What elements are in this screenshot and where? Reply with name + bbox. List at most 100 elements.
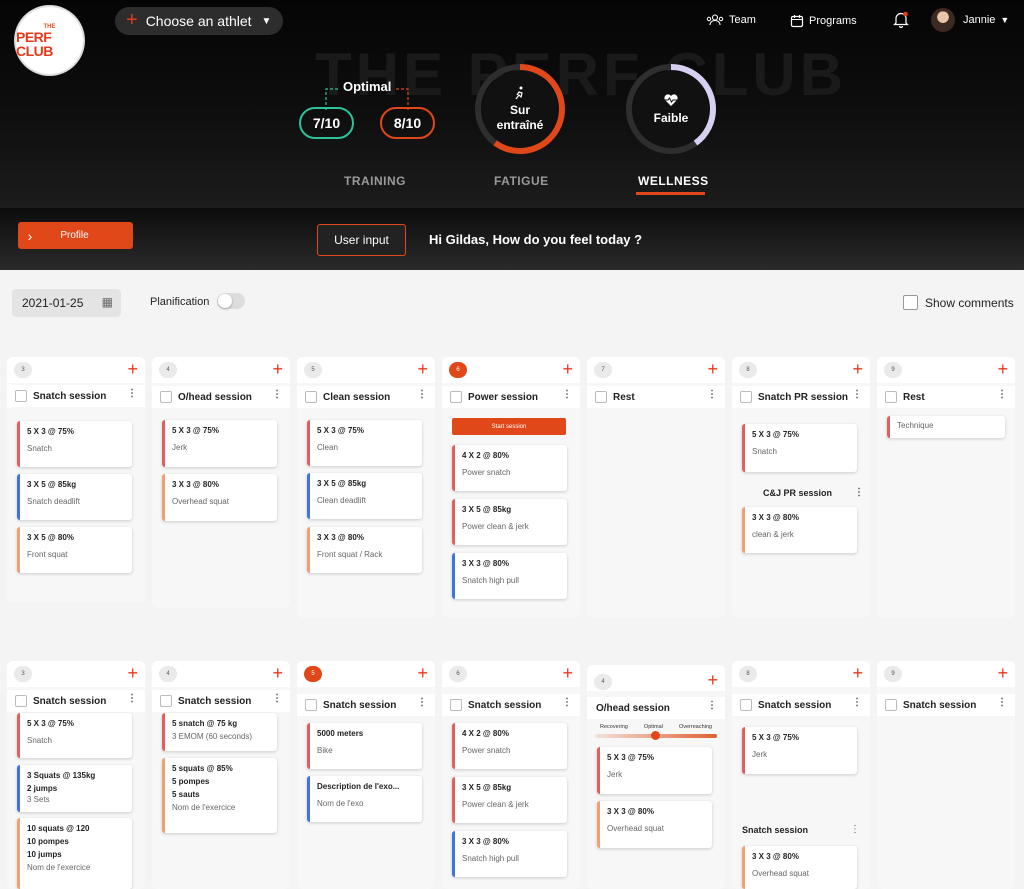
more-icon[interactable]: ⋮: [707, 389, 717, 400]
add-icon[interactable]: +: [127, 358, 138, 380]
date-picker[interactable]: 2021-01-25 ▦: [12, 289, 121, 317]
session-header[interactable]: O/head session ⋮: [152, 386, 290, 408]
more-icon[interactable]: ⋮: [850, 824, 860, 835]
more-icon[interactable]: ⋮: [562, 389, 572, 400]
user-input-button[interactable]: User input: [317, 224, 406, 256]
add-icon[interactable]: +: [417, 662, 428, 684]
exercise-card[interactable]: 5 squats @ 85% 5 pompes 5 sauts Nom de l'ex…: [162, 758, 277, 833]
exercise-card[interactable]: 3 X 3 @ 80% Overhead squat: [742, 846, 857, 889]
add-icon[interactable]: +: [127, 662, 138, 684]
nav-team[interactable]: Team: [706, 14, 756, 26]
slider-handle[interactable]: [651, 731, 660, 740]
more-icon[interactable]: ⋮: [272, 389, 282, 400]
athlete-picker[interactable]: + Choose an athlet ▼: [115, 7, 283, 35]
more-icon[interactable]: ⋮: [852, 697, 862, 708]
exercise-card[interactable]: 3 X 3 @ 80% clean & jerk: [742, 507, 857, 553]
exercise-card[interactable]: 3 X 3 @ 80% Overhead squat: [162, 474, 277, 521]
exercise-card[interactable]: 5 X 3 @ 75% Snatch: [17, 713, 132, 758]
notifications-button[interactable]: [893, 11, 909, 28]
sub-session-title[interactable]: C&J PR session ⋮: [763, 487, 864, 499]
exercise-card[interactable]: 3 X 5 @ 85kg Snatch deadlift: [17, 474, 132, 520]
exercise-card[interactable]: 5 snatch @ 75 kg 3 EMOM (60 seconds): [162, 713, 277, 751]
session-header[interactable]: Snatch session ⋮: [877, 694, 1015, 716]
user-menu[interactable]: Jannie ▼: [963, 14, 1009, 26]
exercise-card[interactable]: 3 X 5 @ 85kg Power clean & jerk: [452, 777, 567, 823]
more-icon[interactable]: ⋮: [127, 388, 137, 399]
exercise-card[interactable]: 4 X 2 @ 80% Power snatch: [452, 723, 567, 769]
exercise-card[interactable]: Technique: [887, 416, 1005, 438]
more-icon[interactable]: ⋮: [417, 389, 427, 400]
user-avatar[interactable]: [931, 8, 955, 32]
slider-track[interactable]: [595, 731, 717, 740]
exercise-card[interactable]: 5 X 3 @ 75% Jerk: [597, 747, 712, 794]
session-checkbox[interactable]: [740, 391, 752, 403]
more-icon[interactable]: ⋮: [417, 697, 427, 708]
exercise-card[interactable]: 5 X 3 @ 75% Jerk: [162, 420, 277, 467]
session-header[interactable]: O/head session ⋮: [587, 697, 725, 719]
tab-wellness[interactable]: WELLNESS: [638, 174, 709, 188]
add-icon[interactable]: +: [562, 662, 573, 684]
session-checkbox[interactable]: [160, 391, 172, 403]
show-comments-checkbox[interactable]: [903, 295, 918, 310]
session-checkbox[interactable]: [305, 391, 317, 403]
more-icon[interactable]: ⋮: [997, 697, 1007, 708]
exercise-card[interactable]: 5 X 3 @ 75% Snatch: [17, 421, 132, 467]
exercise-card[interactable]: 5 X 3 @ 75% Jerk: [742, 727, 857, 774]
add-icon[interactable]: +: [417, 358, 428, 380]
session-header[interactable]: Snatch session ⋮: [7, 690, 145, 712]
session-checkbox[interactable]: [595, 391, 607, 403]
exercise-card[interactable]: 3 X 3 @ 80% Snatch high pull: [452, 831, 567, 877]
more-icon[interactable]: ⋮: [997, 389, 1007, 400]
session-checkbox[interactable]: [160, 695, 172, 707]
session-header[interactable]: Snatch session ⋮: [297, 694, 435, 716]
session-header[interactable]: Snatch session ⋮: [7, 385, 145, 407]
more-icon[interactable]: ⋮: [272, 693, 282, 704]
exercise-card[interactable]: 3 Squats @ 135kg 2 jumps 3 Sets: [17, 765, 132, 812]
session-checkbox[interactable]: [885, 699, 897, 711]
exercise-card[interactable]: 3 X 5 @ 85kg Power clean & jerk: [452, 499, 567, 545]
session-checkbox[interactable]: [15, 390, 27, 402]
session-header[interactable]: Snatch session ⋮: [442, 694, 580, 716]
exercise-card[interactable]: 3 X 3 @ 80% Snatch high pull: [452, 553, 567, 599]
exercise-card[interactable]: 10 squats @ 120 10 pompes 10 jumps Nom de l…: [17, 818, 132, 889]
start-session-button[interactable]: Start session: [452, 418, 566, 435]
session-header[interactable]: Snatch session ⋮: [732, 694, 870, 716]
add-icon[interactable]: +: [852, 662, 863, 684]
nav-programs[interactable]: Programs: [790, 14, 857, 28]
planification-toggle[interactable]: [217, 293, 245, 309]
session-checkbox[interactable]: [305, 699, 317, 711]
profile-button[interactable]: › Profile: [18, 222, 133, 249]
add-icon[interactable]: +: [272, 662, 283, 684]
exercise-card[interactable]: 3 X 3 @ 80% Overhead squat: [597, 801, 712, 848]
session-checkbox[interactable]: [450, 391, 462, 403]
exercise-card[interactable]: 3 X 5 @ 85kg Clean deadlift: [307, 473, 422, 519]
session-header[interactable]: Snatch PR session ⋮: [732, 386, 870, 408]
session-checkbox[interactable]: [740, 699, 752, 711]
more-icon[interactable]: ⋮: [707, 700, 717, 711]
add-icon[interactable]: +: [272, 358, 283, 380]
exercise-card[interactable]: 4 X 2 @ 80% Power snatch: [452, 445, 567, 491]
more-icon[interactable]: ⋮: [127, 693, 137, 704]
exercise-card[interactable]: 5 X 3 @ 75% Clean: [307, 420, 422, 466]
more-icon[interactable]: ⋮: [854, 487, 864, 498]
load-slider[interactable]: Recovering Optimal Overreaching: [595, 724, 717, 746]
add-icon[interactable]: +: [562, 358, 573, 380]
session-header[interactable]: Clean session ⋮: [297, 386, 435, 408]
add-icon[interactable]: +: [997, 358, 1008, 380]
exercise-card[interactable]: 5 X 3 @ 75% Snatch: [742, 424, 857, 472]
session-checkbox[interactable]: [885, 391, 897, 403]
more-icon[interactable]: ⋮: [562, 697, 572, 708]
add-icon[interactable]: +: [852, 358, 863, 380]
session-header[interactable]: Rest ⋮: [877, 386, 1015, 408]
club-logo[interactable]: THE PERF CLUB: [16, 7, 83, 74]
exercise-card[interactable]: 3 X 3 @ 80% Front squat / Rack: [307, 527, 422, 573]
exercise-card[interactable]: 5000 meters Bike: [307, 723, 422, 769]
add-icon[interactable]: +: [707, 358, 718, 380]
session-header[interactable]: Rest ⋮: [587, 386, 725, 408]
more-icon[interactable]: ⋮: [852, 389, 862, 400]
exercise-card[interactable]: Description de l'exo... Nom de l'exo: [307, 776, 422, 822]
session-header[interactable]: Power session ⋮: [442, 386, 580, 408]
session-checkbox[interactable]: [15, 695, 27, 707]
session-header[interactable]: Snatch session ⋮: [152, 690, 290, 712]
tab-fatigue[interactable]: FATIGUE: [494, 174, 549, 188]
